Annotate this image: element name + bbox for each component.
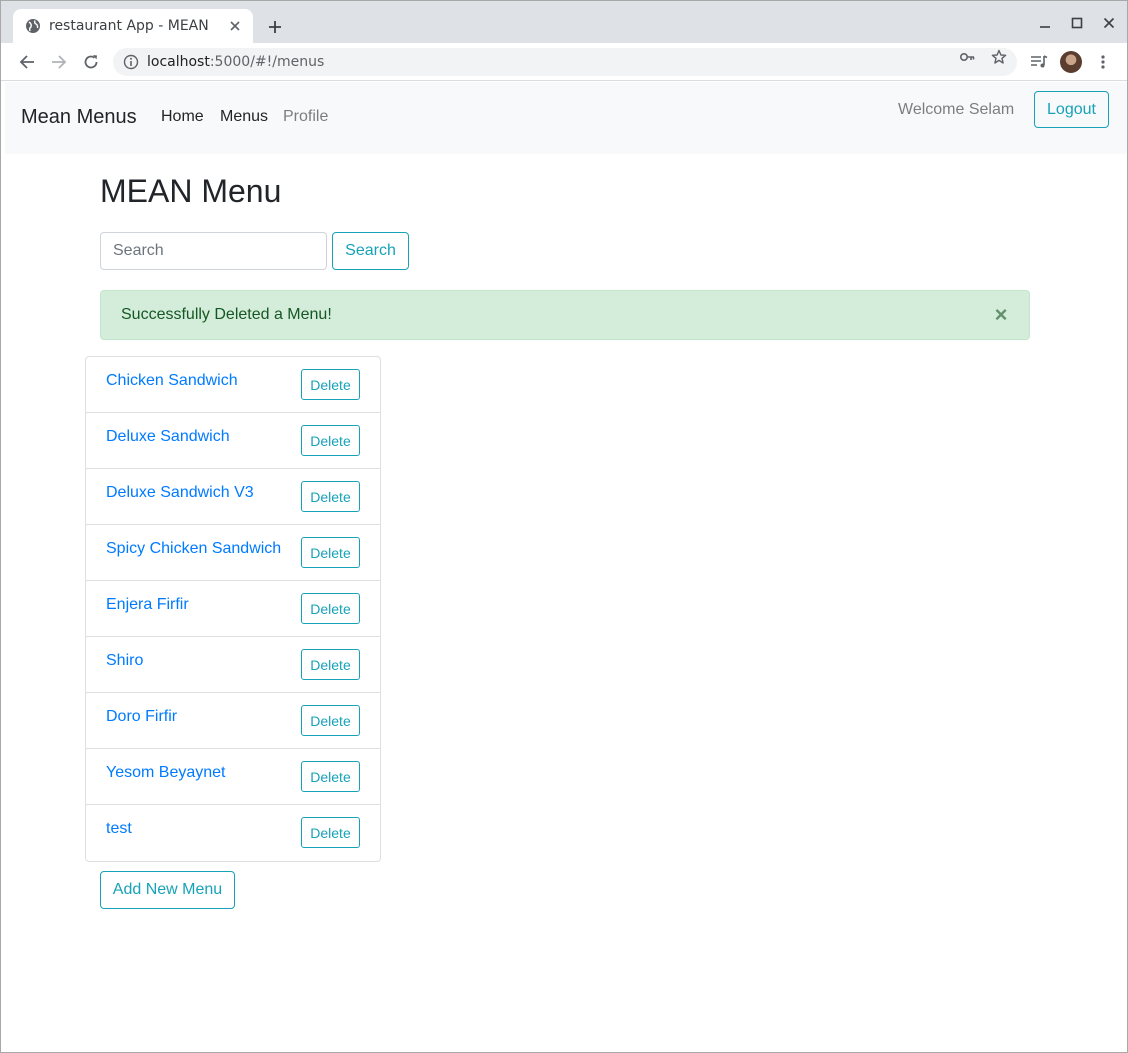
delete-button[interactable]: Delete <box>301 705 360 736</box>
key-icon[interactable] <box>959 49 975 65</box>
media-queue-icon[interactable] <box>1027 50 1051 74</box>
welcome-text: Welcome Selam <box>898 101 1015 118</box>
add-new-menu-button[interactable]: Add New Menu <box>100 871 235 909</box>
success-alert: Successfully Deleted a Menu! × <box>100 290 1030 340</box>
tab-title: restaurant App - MEAN <box>49 18 209 34</box>
menu-link[interactable]: Chicken Sandwich <box>106 372 238 390</box>
menu-link[interactable]: Enjera Firfir <box>106 596 189 614</box>
menu-link[interactable]: Shiro <box>106 652 143 670</box>
forward-icon[interactable] <box>47 50 71 74</box>
page-title: MEAN Menu <box>100 173 282 209</box>
menu-list-item: Enjera Firfir Delete <box>86 581 380 637</box>
search-button[interactable]: Search <box>332 232 409 270</box>
menu-link[interactable]: Doro Firfir <box>106 708 177 726</box>
info-icon[interactable] <box>123 54 139 70</box>
url-text: localhost:5000/#!/menus <box>147 54 324 70</box>
delete-button[interactable]: Delete <box>301 593 360 624</box>
delete-button[interactable]: Delete <box>301 761 360 792</box>
url-host: localhost <box>147 54 210 70</box>
menu-list-item: Deluxe Sandwich V3 Delete <box>86 469 380 525</box>
url-path: :5000/#!/menus <box>209 54 325 70</box>
delete-button[interactable]: Delete <box>301 537 360 568</box>
menu-link[interactable]: Deluxe Sandwich V3 <box>106 484 254 502</box>
navbar-brand[interactable]: Mean Menus <box>21 106 137 129</box>
browser-window: restaurant App - MEAN localhost:5000/#!/… <box>0 0 1128 1053</box>
menu-link[interactable]: Spicy Chicken Sandwich <box>106 540 281 558</box>
search-input[interactable] <box>100 232 327 270</box>
nav-link-profile[interactable]: Profile <box>283 108 328 126</box>
reload-icon[interactable] <box>79 50 103 74</box>
nav-link-home[interactable]: Home <box>161 108 204 126</box>
address-bar[interactable]: localhost:5000/#!/menus <box>113 48 1017 76</box>
alert-message: Successfully Deleted a Menu! <box>121 306 332 323</box>
profile-avatar[interactable] <box>1060 51 1082 73</box>
menu-list-item: Shiro Delete <box>86 637 380 693</box>
menu-list-item: test Delete <box>86 805 380 861</box>
new-tab-icon[interactable] <box>263 15 287 39</box>
menu-link[interactable]: Yesom Beyaynet <box>106 764 225 782</box>
maximize-icon[interactable] <box>1065 11 1089 35</box>
more-menu-icon[interactable] <box>1091 50 1115 74</box>
menu-list-item: Chicken Sandwich Delete <box>86 357 380 413</box>
delete-button[interactable]: Delete <box>301 369 360 400</box>
minimize-icon[interactable] <box>1033 11 1057 35</box>
menu-list-item: Yesom Beyaynet Delete <box>86 749 380 805</box>
menu-link[interactable]: test <box>106 820 132 838</box>
delete-button[interactable]: Delete <box>301 649 360 680</box>
tab-strip: restaurant App - MEAN <box>1 1 1127 43</box>
delete-button[interactable]: Delete <box>301 481 360 512</box>
alert-close-icon[interactable]: × <box>991 302 1011 327</box>
logout-button[interactable]: Logout <box>1034 91 1109 128</box>
menu-link[interactable]: Deluxe Sandwich <box>106 428 230 446</box>
browser-toolbar: localhost:5000/#!/menus <box>1 43 1127 81</box>
site-navbar: Mean Menus Home Menus Profile Welcome Se… <box>5 82 1127 154</box>
delete-button[interactable]: Delete <box>301 817 360 848</box>
nav-link-menus[interactable]: Menus <box>220 108 268 126</box>
bookmark-star-icon[interactable] <box>991 49 1007 65</box>
delete-button[interactable]: Delete <box>301 425 360 456</box>
menu-list-item: Spicy Chicken Sandwich Delete <box>86 525 380 581</box>
menu-list-item: Deluxe Sandwich Delete <box>86 413 380 469</box>
menu-list: Chicken Sandwich Delete Deluxe Sandwich … <box>85 356 381 862</box>
window-close-icon[interactable] <box>1097 11 1121 35</box>
menu-list-item: Doro Firfir Delete <box>86 693 380 749</box>
back-icon[interactable] <box>15 50 39 74</box>
tab-close-icon[interactable] <box>225 16 245 36</box>
globe-icon <box>25 18 41 34</box>
browser-tab[interactable]: restaurant App - MEAN <box>13 9 253 43</box>
